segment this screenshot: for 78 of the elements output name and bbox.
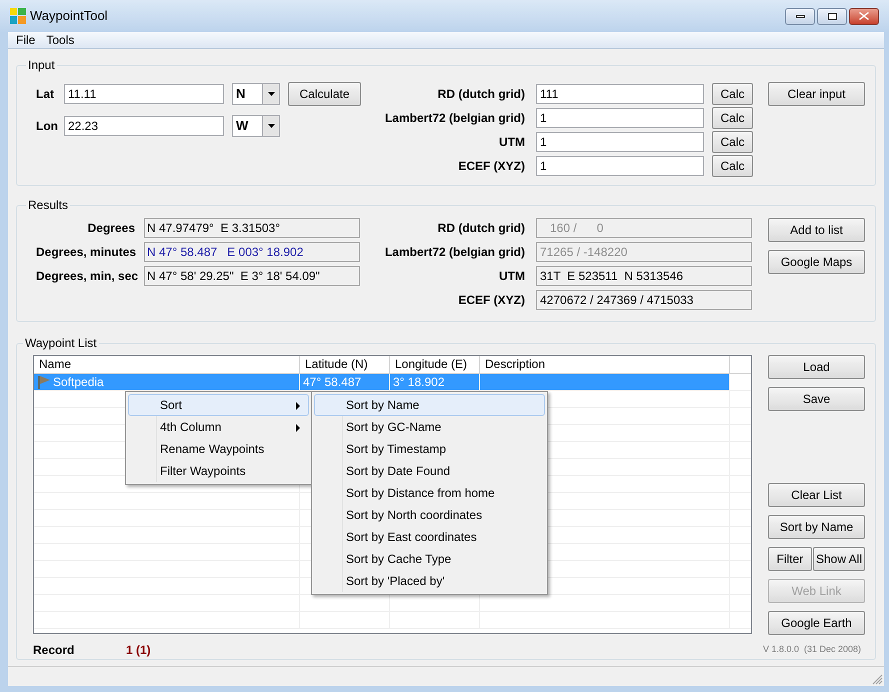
table-cell: 3° 18.902 [393, 374, 445, 390]
calc-button[interactable]: Calc [712, 155, 753, 177]
calc-button[interactable]: Calc [712, 107, 753, 129]
result-field: N 47° 58' 29.25" E 3° 18' 54.09" [144, 266, 360, 286]
menu-item[interactable]: Sort by Timestamp [314, 438, 545, 460]
result-field: 4270672 / 247369 / 4715033 [536, 290, 752, 310]
result-button[interactable]: Add to list [768, 218, 865, 242]
menu-item[interactable]: File [12, 32, 40, 48]
menu-item[interactable]: Sort by Distance from home [314, 482, 545, 504]
grid-label: RD (dutch grid) [436, 86, 525, 103]
menu-item[interactable]: Sort by Cache Type [314, 548, 545, 570]
result-field: 71265 / -148220 [536, 242, 752, 262]
list-button[interactable]: Show All [812, 547, 865, 571]
record-count: 1 (1) [126, 642, 151, 659]
list-button[interactable]: Load [768, 355, 865, 379]
menu-item[interactable]: Sort by 'Placed by' [314, 570, 545, 592]
grid-label: UTM [498, 134, 525, 151]
result-field: 160 / 0 [536, 218, 752, 238]
grid-field[interactable]: 1 [536, 108, 704, 128]
clear-input-button[interactable]: Clear input [768, 82, 865, 106]
group-title: Results [27, 198, 70, 212]
close-button[interactable] [849, 8, 879, 24]
grid-label: ECEF (XYZ) [457, 292, 525, 309]
table-cell: Softpedia [53, 374, 104, 390]
result-label: Degrees [86, 220, 135, 237]
list-button[interactable]: Clear List [768, 483, 865, 507]
submenu-arrow-icon [296, 424, 300, 432]
coordinate-field[interactable]: 11.11 [64, 84, 224, 104]
group-title: Waypoint List [24, 336, 98, 350]
resize-grip-icon [872, 674, 883, 685]
grid-field[interactable]: 111 [536, 84, 704, 104]
result-field: N 47.97479° E 3.31503° [144, 218, 360, 238]
menu-item[interactable]: Rename Waypoints [128, 438, 309, 460]
list-button[interactable]: Google Earth [768, 611, 865, 635]
menu-item[interactable]: Sort [128, 394, 309, 416]
submenu-arrow-icon [296, 402, 300, 410]
result-label: Degrees, minutes [36, 244, 135, 261]
list-button[interactable]: Sort by Name [768, 515, 865, 539]
menu-item[interactable]: Filter Waypoints [128, 460, 309, 482]
coordinate-label: Lat [36, 86, 55, 103]
menu-item[interactable]: Sort by Date Found [314, 460, 545, 482]
version-text: V 1.8.0.0 (31 Dec 2008) [762, 643, 861, 656]
result-field: N 47° 58.487 E 003° 18.902 [144, 242, 360, 262]
hemisphere-dropdown[interactable]: W [232, 115, 280, 137]
menu-item[interactable]: Sort by East coordinates [314, 526, 545, 548]
menu-item[interactable]: Sort by GC-Name [314, 416, 545, 438]
list-button[interactable]: Filter [768, 547, 812, 571]
table-cell: 47° 58.487 [303, 374, 362, 390]
coordinate-label: Lon [36, 118, 59, 135]
menu-item[interactable]: Sort by North coordinates [314, 504, 545, 526]
window-title: WaypointTool [30, 7, 108, 26]
record-label: Record [33, 642, 76, 659]
menu-item[interactable]: Sort by Name [314, 394, 545, 416]
dropdown-arrow-icon [268, 124, 274, 128]
result-button[interactable]: Google Maps [768, 250, 865, 274]
calc-button[interactable]: Calc [712, 131, 753, 153]
menu-item[interactable]: 4th Column [128, 416, 309, 438]
app-icon [10, 8, 26, 24]
calculate-button[interactable]: Calculate [288, 82, 361, 106]
grid-label: RD (dutch grid) [436, 220, 525, 237]
grid-field[interactable]: 1 [536, 156, 704, 176]
flag-icon [37, 375, 51, 389]
list-button[interactable]: Save [768, 387, 865, 411]
grid-label: ECEF (XYZ) [457, 158, 525, 175]
close-icon [859, 12, 869, 20]
grid-label: Lambert72 (belgian grid) [384, 244, 525, 261]
menu-item[interactable]: Tools [42, 32, 78, 48]
result-field: 31T E 523511 N 5313546 [536, 266, 752, 286]
grid-label: UTM [498, 268, 525, 285]
coordinate-field[interactable]: 22.23 [64, 116, 224, 136]
calc-button[interactable]: Calc [712, 83, 753, 105]
group-title: Input [27, 58, 56, 72]
grid-field[interactable]: 1 [536, 132, 704, 152]
dropdown-arrow-icon [268, 92, 274, 96]
maximize-button[interactable] [817, 8, 847, 24]
minimize-button[interactable] [785, 8, 815, 24]
grid-label: Lambert72 (belgian grid) [384, 110, 525, 127]
hemisphere-dropdown[interactable]: N [232, 83, 280, 105]
